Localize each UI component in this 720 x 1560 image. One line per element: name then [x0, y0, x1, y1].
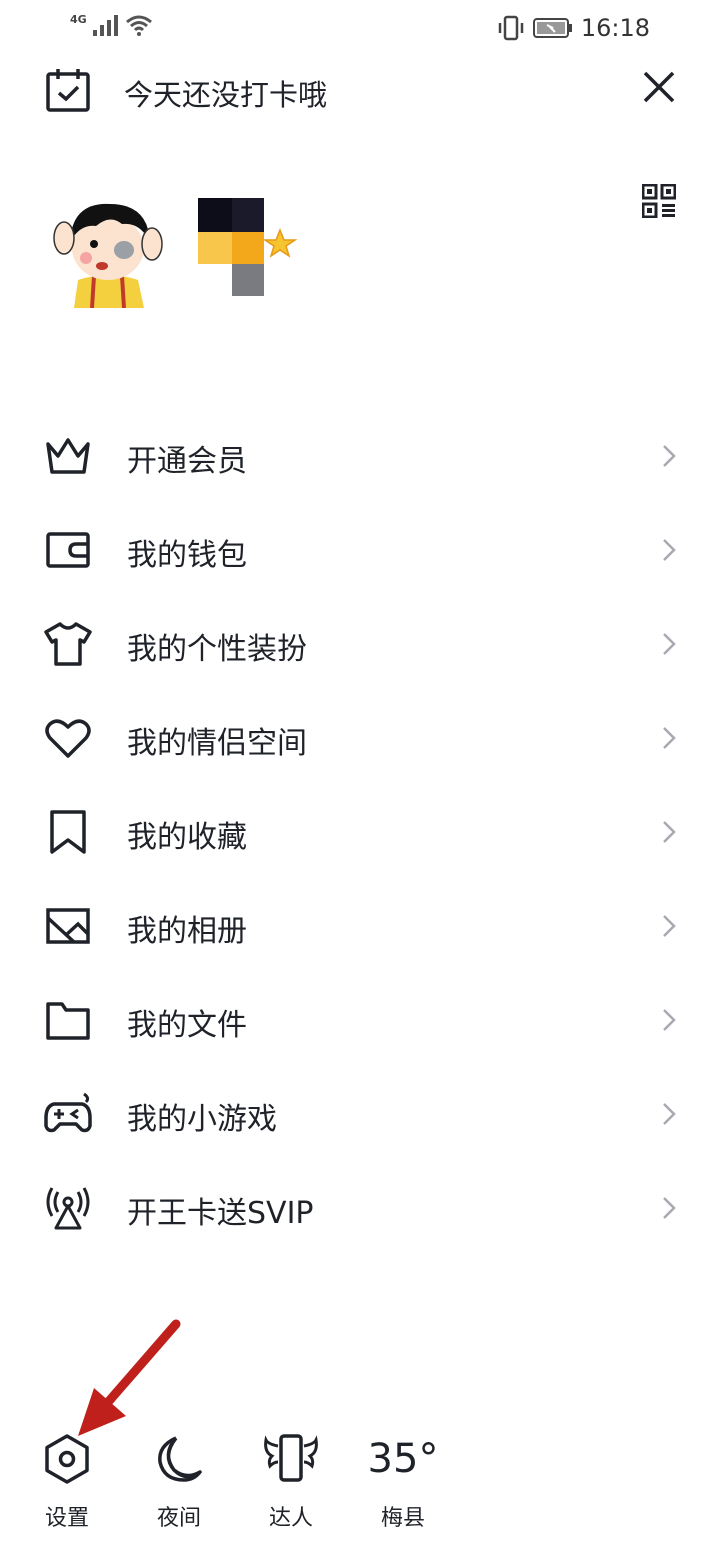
night-mode-button[interactable]: 夜间 — [129, 1432, 229, 1532]
checkin-row: 今天还没打卡哦 — [0, 60, 720, 120]
expert-label: 达人 — [268, 1506, 313, 1531]
wallet-icon — [46, 532, 90, 568]
menu-label: 开王卡送SVIP — [127, 1196, 314, 1231]
gamepad-icon — [44, 1092, 92, 1133]
chevron-right-icon — [663, 1009, 676, 1031]
network-type: 4G — [70, 12, 87, 26]
bottom-bar: 设置 夜间 达人 35° 梅县 — [0, 1432, 720, 1542]
crown-icon — [46, 438, 90, 474]
menu-item-games[interactable]: 我的小游戏 — [0, 1066, 720, 1160]
checkin-text[interactable]: 今天还没打卡哦 — [124, 72, 327, 114]
username-pixelated — [196, 190, 306, 300]
menu-item-album[interactable]: 我的相册 — [0, 878, 720, 972]
menu-label: 我的文件 — [127, 1008, 247, 1043]
status-right: 16:18 — [497, 14, 650, 42]
broadcast-icon — [46, 1187, 90, 1230]
wifi-icon — [125, 15, 152, 36]
clock: 16:18 — [580, 14, 650, 42]
city-label: 梅县 — [380, 1506, 425, 1531]
night-label: 夜间 — [156, 1506, 201, 1531]
avatar-cartoon-image — [50, 192, 166, 308]
menu-label: 我的情侣空间 — [127, 726, 307, 761]
chevron-right-icon — [663, 821, 676, 843]
menu-item-vip[interactable]: 开通会员 — [0, 408, 720, 502]
calendar-check-icon[interactable] — [44, 66, 92, 114]
settings-hexagon-icon — [45, 1434, 89, 1484]
heart-icon — [45, 719, 91, 758]
menu-item-files[interactable]: 我的文件 — [0, 972, 720, 1066]
temperature: 35° — [367, 1436, 439, 1482]
photo-icon — [46, 908, 90, 944]
menu-item-favorites[interactable]: 我的收藏 — [0, 784, 720, 878]
chevron-right-icon — [663, 1103, 676, 1125]
chevron-right-icon — [663, 727, 676, 749]
battery-icon — [532, 18, 572, 38]
folder-icon — [46, 1002, 90, 1040]
bookmark-icon — [50, 810, 86, 854]
expert-phone-wings-icon — [264, 1434, 318, 1482]
menu-label: 我的个性装扮 — [127, 632, 307, 667]
menu-item-theme[interactable]: 我的个性装扮 — [0, 596, 720, 690]
chevron-right-icon — [663, 1197, 676, 1219]
avatar[interactable] — [50, 192, 166, 308]
settings-label: 设置 — [44, 1506, 89, 1531]
settings-button[interactable]: 设置 — [17, 1432, 117, 1532]
status-left: 4G — [70, 12, 153, 38]
tshirt-icon — [44, 622, 92, 666]
chevron-right-icon — [663, 445, 676, 467]
close-icon[interactable] — [642, 70, 676, 104]
moon-icon — [158, 1436, 202, 1482]
menu-label: 我的相册 — [127, 914, 247, 949]
signal-icon — [92, 15, 118, 36]
menu-label: 我的钱包 — [127, 538, 247, 573]
pixelated-name-image — [198, 198, 298, 296]
expert-button[interactable]: 达人 — [241, 1432, 341, 1532]
status-bar: 4G 16:18 — [0, 0, 720, 56]
qr-code-icon[interactable] — [642, 184, 676, 218]
chevron-right-icon — [663, 633, 676, 655]
menu-item-couple[interactable]: 我的情侣空间 — [0, 690, 720, 784]
menu-label: 我的小游戏 — [127, 1102, 277, 1137]
vibrate-icon — [498, 15, 524, 41]
menu-list: 开通会员 我的钱包 我的个性装扮 我的情侣空间 我的收藏 我的相册 我的文件 我… — [0, 408, 720, 1254]
menu-item-wallet[interactable]: 我的钱包 — [0, 502, 720, 596]
weather-widget[interactable]: 35° 梅县 — [353, 1432, 453, 1532]
annotation-arrow-icon — [78, 1319, 181, 1436]
menu-label: 开通会员 — [127, 444, 247, 479]
menu-item-kingcard[interactable]: 开王卡送SVIP — [0, 1160, 720, 1254]
chevron-right-icon — [663, 539, 676, 561]
menu-label: 我的收藏 — [127, 820, 247, 855]
chevron-right-icon — [663, 915, 676, 937]
